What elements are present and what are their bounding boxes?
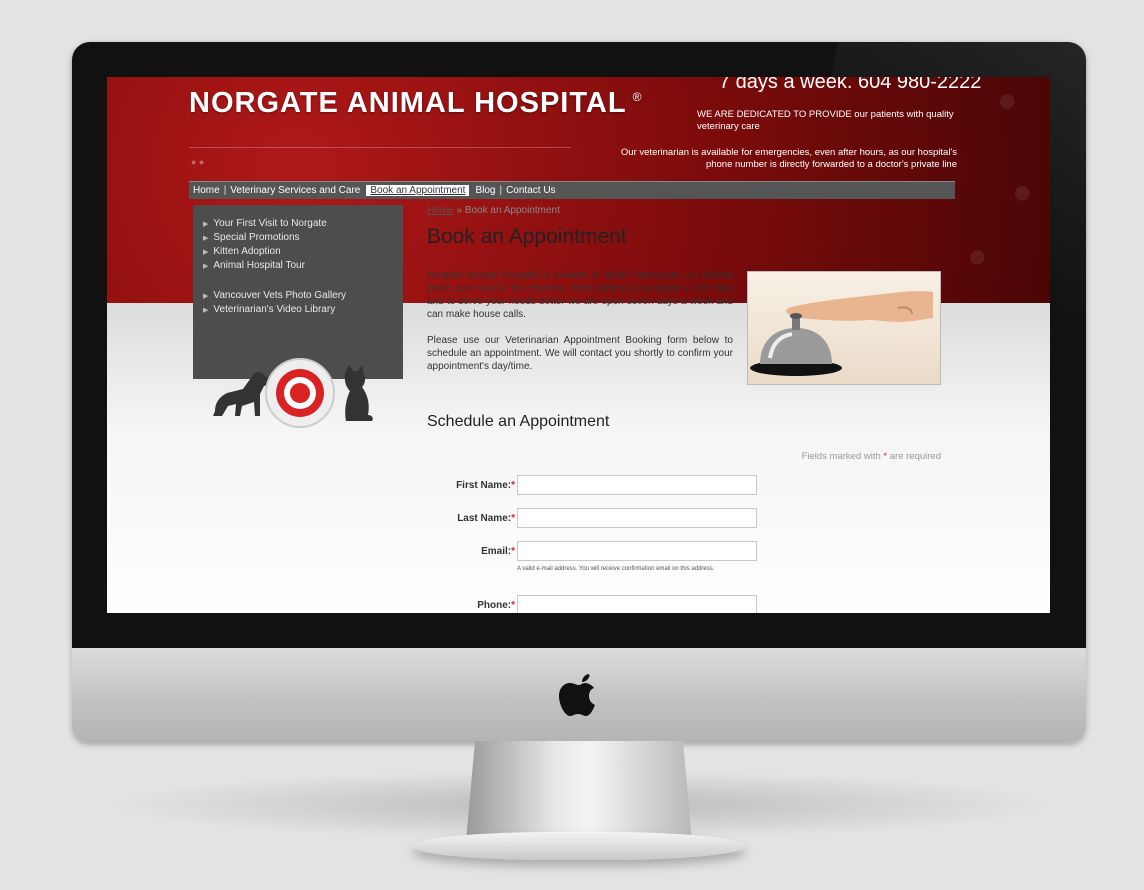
required-star: * — [511, 513, 515, 524]
required-star: * — [883, 451, 888, 462]
triangle-right-icon: ▶ — [203, 293, 209, 300]
site-title-text: NORGATE ANIMAL HOSPITAL — [189, 87, 627, 119]
nav-home[interactable]: Home — [189, 185, 224, 196]
paw-print-icon: ● — [1012, 173, 1033, 211]
intro-text: Norgate Animal Hospital is located in No… — [427, 269, 733, 386]
emergency-notice: Our veterinarian is available for emerge… — [620, 147, 957, 170]
imac-stand — [466, 741, 692, 841]
breadcrumb: Home » Book an Appointment — [427, 205, 947, 216]
required-star: * — [511, 546, 515, 557]
nav-blog[interactable]: Blog — [471, 185, 499, 196]
sidebar-menu-primary: ▶ Your First Visit to Norgate ▶ Special Pr… — [193, 205, 403, 273]
triangle-right-icon: ▶ — [203, 249, 209, 256]
dedicated-tagline: WE ARE DEDICATED TO PROVIDE our patients… — [697, 109, 954, 132]
last-name-label-text: Last Name: — [457, 513, 512, 524]
triangle-right-icon: ▶ — [203, 221, 209, 228]
phone-label-text: Phone: — [477, 600, 512, 611]
email-input[interactable] — [517, 541, 757, 561]
service-bell-hand-image — [750, 291, 933, 376]
last-name-row: Last Name:* — [427, 508, 947, 532]
phone-input[interactable] — [517, 595, 757, 613]
sidebar-item-label: Veterinarian's Video Library — [213, 304, 336, 315]
paw-print-icon: ● — [997, 81, 1018, 119]
sidebar-item-kitten-adoption[interactable]: ▶ Kitten Adoption — [203, 245, 403, 259]
paw-print-icon: ● — [967, 237, 988, 275]
dog-cat-emblem-icon — [213, 358, 373, 428]
triangle-right-icon: ▶ — [203, 307, 209, 314]
required-star: * — [511, 600, 515, 611]
first-name-label: First Name:* — [427, 480, 515, 491]
schedule-title: Schedule an Appointment — [427, 413, 610, 430]
apple-logo-icon — [559, 674, 595, 716]
sidebar-item-label: Your First Visit to Norgate — [213, 218, 327, 229]
registered-mark: ® — [632, 90, 643, 105]
last-name-input[interactable] — [517, 508, 757, 528]
header-divider — [189, 147, 571, 148]
nav-contact[interactable]: Contact Us — [502, 185, 559, 196]
required-fields-note: Fields marked with * are required — [727, 451, 941, 462]
nav-veterinary-services[interactable]: Veterinary Services and Care — [226, 185, 364, 196]
first-name-label-text: First Name: — [456, 480, 512, 491]
email-label: Email:* — [427, 546, 515, 557]
phone-line: 7 days a week. 604 980-2222 — [719, 77, 982, 93]
site-title[interactable]: NORGATE ANIMAL HOSPITAL ® — [189, 87, 642, 120]
sidebar-item-special-promotions[interactable]: ▶ Special Promotions — [203, 231, 403, 245]
breadcrumb-current: Book an Appointment — [464, 205, 560, 216]
first-name-row: First Name:* — [427, 475, 947, 499]
breadcrumb-home-link[interactable]: Home — [427, 205, 454, 216]
page-title: Book an Appointment — [427, 225, 627, 248]
sidebar-menu-media: ▶ Vancouver Vets Photo Gallery ▶ Veterinar… — [193, 273, 403, 317]
first-name-input[interactable] — [517, 475, 757, 495]
sidebar-item-video-library[interactable]: ▶ Veterinarian's Video Library — [203, 303, 403, 317]
triangle-right-icon: ▶ — [203, 235, 209, 242]
breadcrumb-separator: » — [456, 205, 463, 216]
sidebar-item-label: Special Promotions — [213, 232, 300, 243]
header-dots: ● ● — [191, 157, 205, 167]
required-note-prefix: Fields marked with — [801, 451, 881, 462]
imac-stand-base — [412, 832, 746, 860]
email-hint: A valid e-mail address. You will receive… — [517, 566, 715, 572]
sidebar-item-first-visit[interactable]: ▶ Your First Visit to Norgate — [203, 217, 403, 231]
email-label-text: Email: — [481, 546, 512, 557]
intro-paragraph-booking: Please use our Veterinarian Appointment … — [427, 335, 733, 372]
sidebar-item-photo-gallery[interactable]: ▶ Vancouver Vets Photo Gallery — [203, 289, 403, 303]
required-star: * — [511, 480, 515, 491]
sidebar-item-hospital-tour[interactable]: ▶ Animal Hospital Tour — [203, 259, 403, 273]
phone-row: Phone:* — [427, 595, 947, 613]
main-content: Home » Book an Appointment Book an Appoi… — [427, 205, 947, 613]
main-nav: Home | Veterinary Services and Care Book… — [189, 181, 955, 199]
phone-label: Phone:* — [427, 600, 515, 611]
sidebar-item-label: Kitten Adoption — [213, 246, 281, 257]
sidebar-item-label: Vancouver Vets Photo Gallery — [213, 290, 347, 301]
screen: ● ● ● NORGATE ANIMAL HOSPITAL ® ● ● 7 day… — [107, 77, 1050, 613]
nav-book-appointment[interactable]: Book an Appointment — [366, 185, 470, 196]
service-bell-photo — [747, 271, 941, 385]
intro-paragraph-location: Norgate Animal Hospital is located in No… — [427, 270, 733, 320]
triangle-right-icon: ▶ — [203, 263, 209, 270]
last-name-label: Last Name:* — [427, 513, 515, 524]
email-row: Email:* A valid e-mail address. You will… — [427, 541, 947, 587]
required-note-suffix: are required — [889, 451, 941, 462]
sidebar-item-label: Animal Hospital Tour — [213, 260, 305, 271]
